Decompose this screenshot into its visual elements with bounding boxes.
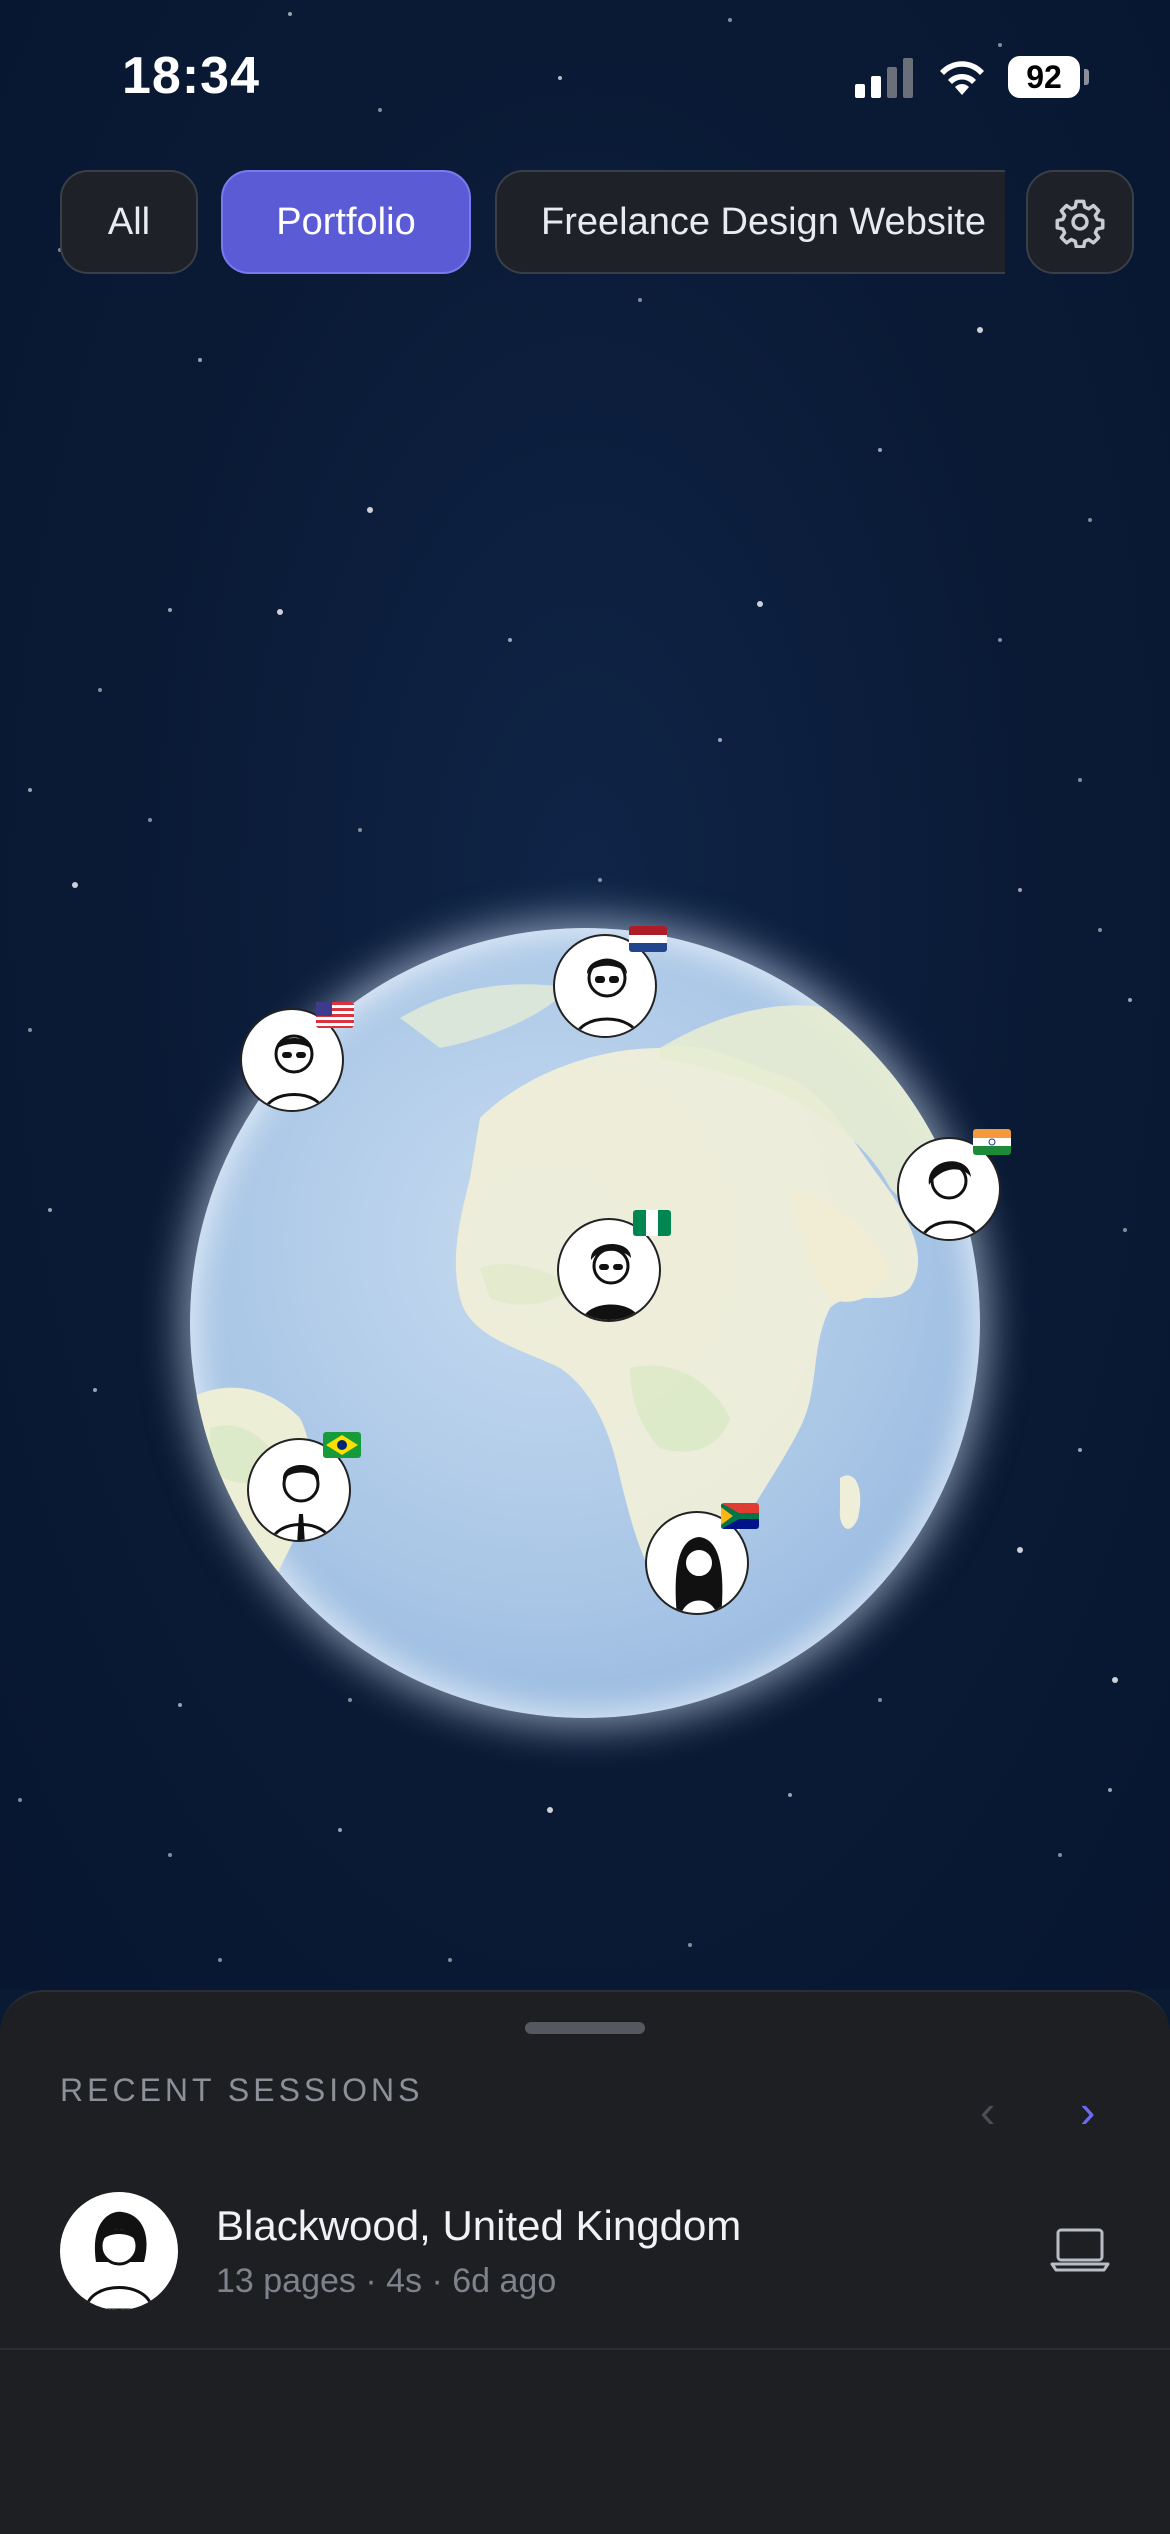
ng-flag-icon [633, 1210, 671, 1236]
chip-freelance-design-website[interactable]: Freelance Design Website [495, 170, 1005, 274]
sheet-drag-handle[interactable] [525, 2022, 645, 2034]
status-time: 18:34 [122, 47, 260, 105]
avatar [60, 2192, 178, 2310]
chip-label: Freelance Design Website [541, 200, 986, 243]
globe-view[interactable] [0, 0, 1170, 1990]
chevron-right-icon[interactable]: › [1080, 2084, 1095, 2138]
session-location: Blackwood, United Kingdom [216, 2202, 742, 2249]
marker-netherlands[interactable] [553, 926, 667, 1042]
battery-level: 92 [1008, 56, 1080, 98]
section-title: RECENT SESSIONS [60, 2072, 424, 2108]
marker-nigeria[interactable] [557, 1210, 671, 1326]
cellular-signal-icon [855, 58, 913, 98]
laptop-icon [1050, 2228, 1110, 2272]
session-meta: 13 pages · 4s · 6d ago [216, 2262, 557, 2300]
gear-icon [1055, 199, 1105, 248]
filter-chips: All Portfolio Freelance Design Website [0, 170, 1170, 280]
chip-all[interactable]: All [60, 170, 198, 274]
marker-brazil[interactable] [247, 1432, 361, 1546]
wifi-icon [940, 61, 984, 95]
chevron-left-icon[interactable]: ‹ [980, 2084, 995, 2138]
battery-icon: 92 [1008, 56, 1089, 98]
marker-usa[interactable] [240, 1002, 354, 1116]
status-bar: 18:34 92 [0, 0, 1170, 150]
marker-south-africa[interactable] [645, 1503, 759, 1619]
session-row[interactable]: Blackwood, United Kingdom 13 pages · 4s … [0, 2172, 1170, 2350]
settings-button[interactable] [1026, 170, 1134, 274]
recent-sessions-sheet[interactable]: RECENT SESSIONS ‹ › Blackwood, United Ki… [0, 1990, 1170, 2534]
nl-flag-icon [629, 926, 667, 952]
za-flag-icon [721, 1503, 759, 1529]
br-flag-icon [323, 1432, 361, 1458]
in-flag-icon [973, 1129, 1011, 1155]
us-flag-icon [316, 1002, 354, 1028]
chip-portfolio[interactable]: Portfolio [221, 170, 471, 274]
marker-india[interactable] [897, 1129, 1011, 1245]
